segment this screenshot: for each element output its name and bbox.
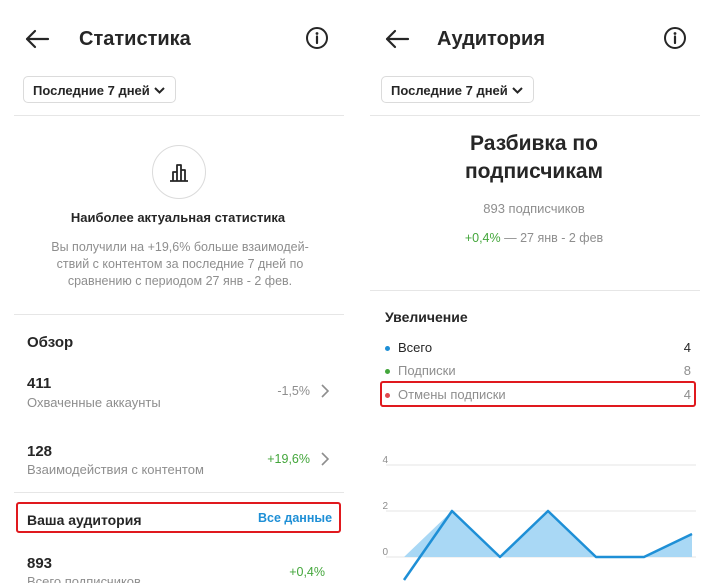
header: Аудитория <box>356 14 712 62</box>
legend-dot <box>385 369 390 374</box>
audience-title: Ваша аудитория <box>27 512 142 528</box>
stat-label: Охваченные аккаунты <box>27 395 161 410</box>
date-range-dropdown[interactable]: Последние 7 дней <box>381 76 534 103</box>
legend-item-follows: Подписки 8 <box>385 363 691 381</box>
y-tick-label: 2 <box>382 501 388 512</box>
insight-line: ствий с контентом за последние 7 дней по <box>56 257 304 271</box>
back-arrow-icon[interactable] <box>24 26 50 52</box>
followers-label: Всего подписчиков <box>27 574 141 583</box>
legend-label: Всего <box>398 340 433 355</box>
date-range-dropdown[interactable]: Последние 7 дней <box>23 76 176 103</box>
insight-line: Вы получили на +19,6% больше взаимодей- <box>51 240 309 254</box>
y-tick-label: 4 <box>382 455 388 466</box>
legend-dot <box>385 393 390 398</box>
header: Статистика <box>0 14 356 62</box>
legend-dot <box>385 346 390 351</box>
chevron-down-icon <box>512 86 523 94</box>
insight-line: сравнению с периодом 27 янв - 2 фев. <box>67 274 293 288</box>
divider <box>14 314 344 315</box>
chevron-right-icon[interactable] <box>320 452 330 466</box>
followers-count: 893 подписчиков <box>483 201 585 216</box>
insight-icon-circle <box>152 145 206 199</box>
stat-change: +19,6% <box>267 452 310 466</box>
page-title: Статистика <box>79 28 191 50</box>
followers-change: +0,4% <box>289 565 325 579</box>
divider <box>14 115 344 116</box>
growth-period: — 27 янв - 2 фев <box>500 231 604 245</box>
info-icon[interactable] <box>305 26 329 50</box>
stat-value: 411 <box>27 375 52 392</box>
breakdown-title: Разбивка по подписчикам <box>356 130 712 186</box>
increase-title: Увеличение <box>385 309 468 325</box>
divider <box>14 492 344 493</box>
breakdown-title-line: Разбивка по <box>470 132 598 155</box>
audience-screen: Аудитория Последние 7 дней Разбивка по п… <box>356 0 712 583</box>
stat-label: Взаимодействия с контентом <box>27 462 204 477</box>
divider <box>370 115 700 116</box>
divider <box>370 290 700 291</box>
back-arrow-icon[interactable] <box>384 26 410 52</box>
page-title: Аудитория <box>437 28 545 50</box>
followers-area-chart: 4 2 0 <box>382 455 696 581</box>
growth-percent: +0,4% <box>464 231 501 245</box>
stat-change: -1,5% <box>277 384 310 398</box>
date-range-label: Последние 7 дней <box>33 83 150 98</box>
legend-value: 4 <box>683 340 691 355</box>
followers-value: 893 <box>27 555 53 572</box>
info-icon[interactable] <box>663 26 687 50</box>
bar-chart-icon <box>170 164 188 182</box>
breakdown-title-line: подписчикам <box>464 160 604 183</box>
legend-label: Подписки <box>398 363 456 378</box>
legend-item-unfollows: Отмены подписки 4 <box>385 387 691 405</box>
stat-value: 128 <box>27 443 53 460</box>
statistics-screen: Статистика Последние 7 дней Наиболее акт… <box>0 0 356 583</box>
growth-summary: +0,4% — 27 янв - 2 фев <box>356 231 712 245</box>
date-range-label: Последние 7 дней <box>391 83 508 98</box>
legend-label: Отмены подписки <box>398 387 506 402</box>
legend-value: 4 <box>683 387 691 402</box>
legend-value: 8 <box>683 363 691 378</box>
chevron-right-icon[interactable] <box>320 384 330 398</box>
chevron-down-icon <box>154 86 165 94</box>
y-tick-label: 0 <box>382 547 388 558</box>
overview-title: Обзор <box>27 334 74 351</box>
insight-title: Наиболее актуальная статистика <box>70 210 286 225</box>
legend-item-total: Всего 4 <box>385 340 691 358</box>
all-data-link[interactable]: Все данные <box>258 511 332 525</box>
insight-description: Вы получили на +19,6% больше взаимодей- … <box>40 239 320 290</box>
